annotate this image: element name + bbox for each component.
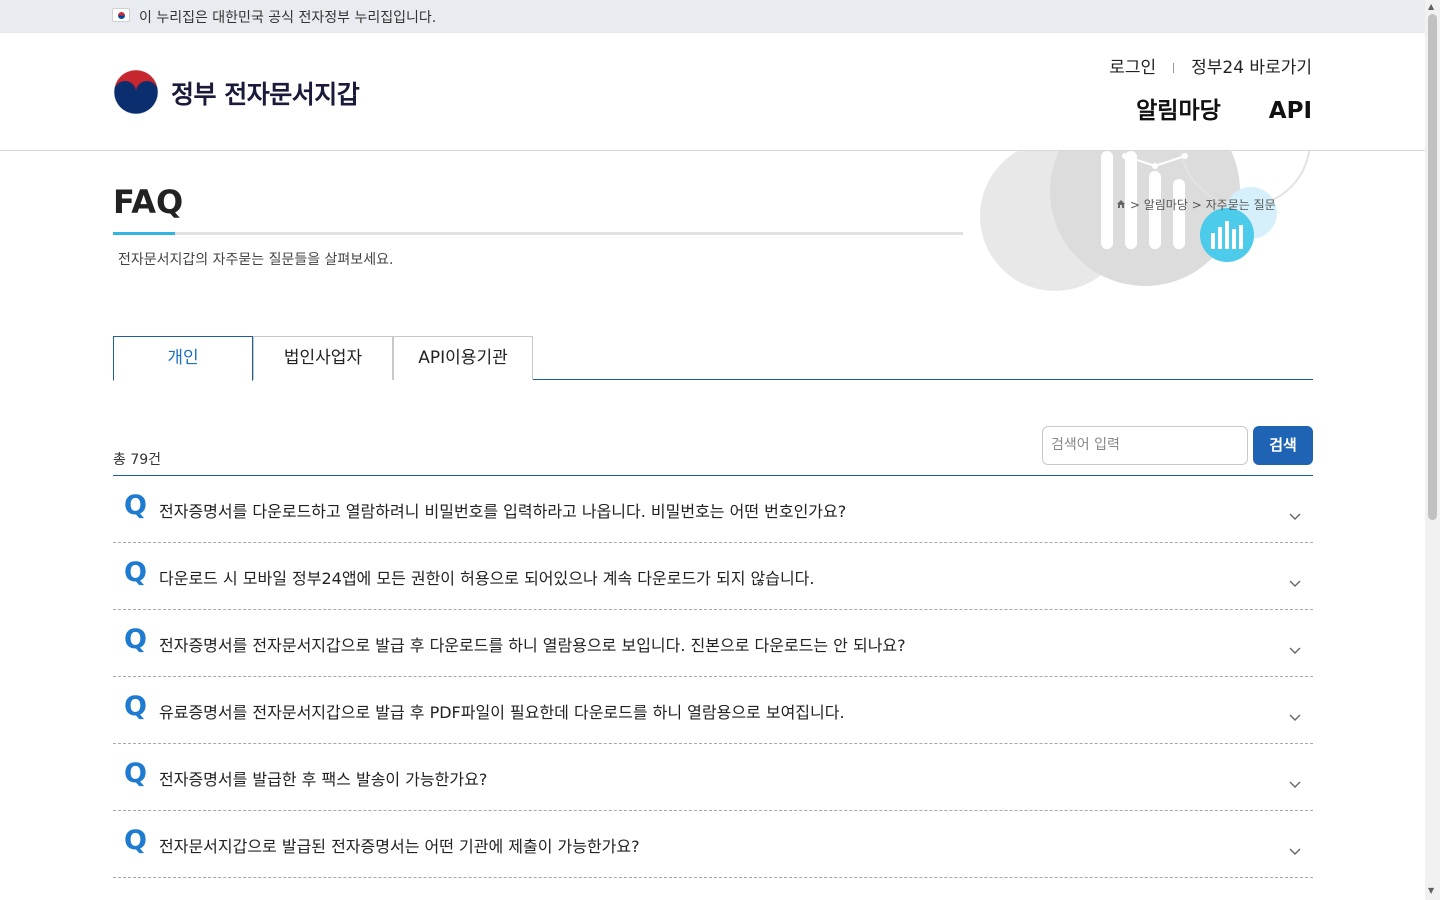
logo-text: 정부 전자문서지갑 <box>171 80 360 109</box>
breadcrumb-item-faq: 자주묻는 질문 <box>1205 198 1276 212</box>
nav-item-notice[interactable]: 알림마당 <box>1136 91 1221 125</box>
total-count: 총 79건 <box>113 452 162 468</box>
list-item[interactable]: Q 전자증명서를 전자문서지갑으로 발급 후 다운로드를 하니 열람용으로 보입… <box>113 610 1313 677</box>
chart-illustration <box>980 151 1311 291</box>
search-button[interactable]: 검색 <box>1253 426 1313 465</box>
question-text: 다운로드 시 모바일 정부24앱에 모든 권한이 허용으로 되어있으나 계속 다… <box>159 569 815 588</box>
faq-list: Q 전자증명서를 다운로드하고 열람하려니 비밀번호를 입력하라고 나옵니다. … <box>113 475 1313 878</box>
scroll-up-icon[interactable]: ▲ <box>1428 2 1434 11</box>
q-mark: Q <box>124 691 147 722</box>
category-tabs: 개인 법인사업자 API이용기관 <box>113 336 1313 381</box>
scroll-down-icon[interactable]: ▼ <box>1428 886 1434 895</box>
divider <box>1173 63 1175 73</box>
gov-banner: 이 누리집은 대한민국 공식 전자정부 누리집입니다. <box>0 0 1425 33</box>
breadcrumb-separator: > <box>1129 198 1140 212</box>
page-description: 전자문서지갑의 자주묻는 질문들을 살펴보세요. <box>118 252 394 268</box>
list-item[interactable]: Q 전자증명서를 발급한 후 팩스 발송이 가능한가요? <box>113 744 1313 811</box>
question-text: 전자증명서를 발급한 후 팩스 발송이 가능한가요? <box>159 770 488 789</box>
q-mark: Q <box>124 825 147 856</box>
list-item[interactable]: Q 다운로드 시 모바일 정부24앱에 모든 권한이 허용으로 되어있으나 계속… <box>113 543 1313 610</box>
q-mark: Q <box>124 758 147 789</box>
question-text: 전자증명서를 전자문서지갑으로 발급 후 다운로드를 하니 열람용으로 보입니다… <box>159 636 906 655</box>
chevron-down-icon[interactable] <box>1289 711 1301 723</box>
nav-item-api[interactable]: API <box>1269 98 1312 124</box>
site-header: 정부 전자문서지갑 로그인 정부24 바로가기 알림마당 API <box>0 33 1425 151</box>
site-logo[interactable]: 정부 전자문서지갑 <box>113 67 363 117</box>
main-nav: 알림마당 API <box>1088 91 1312 125</box>
tab-corporate[interactable]: 법인사업자 <box>253 336 393 380</box>
list-item[interactable]: Q 전자문서지갑으로 발급된 전자증명서는 어떤 기관에 제출이 가능한가요? <box>113 811 1313 878</box>
chevron-down-icon[interactable] <box>1289 845 1301 857</box>
search-input[interactable]: 검색어 입력 <box>1042 426 1248 465</box>
breadcrumb-separator: > <box>1191 198 1202 212</box>
q-mark: Q <box>124 624 147 655</box>
login-link[interactable]: 로그인 <box>1109 53 1156 78</box>
scrollbar-thumb[interactable] <box>1428 14 1437 520</box>
chevron-down-icon[interactable] <box>1289 778 1301 790</box>
question-text: 유료증명서를 전자문서지갑으로 발급 후 PDF파일이 필요한데 다운로드를 하… <box>159 703 845 722</box>
tab-api-institution[interactable]: API이용기관 <box>393 336 533 380</box>
home-icon[interactable] <box>1116 199 1126 209</box>
flag-icon <box>112 8 130 22</box>
chevron-down-icon[interactable] <box>1289 644 1301 656</box>
emblem-icon <box>113 69 159 115</box>
gov-banner-text: 이 누리집은 대한민국 공식 전자정부 누리집입니다. <box>139 10 437 26</box>
gov24-link[interactable]: 정부24 바로가기 <box>1191 53 1312 78</box>
question-text: 전자문서지갑으로 발급된 전자증명서는 어떤 기관에 제출이 가능한가요? <box>159 837 640 856</box>
list-item[interactable]: Q 전자증명서를 다운로드하고 열람하려니 비밀번호를 입력하라고 나옵니다. … <box>113 476 1313 543</box>
question-text: 전자증명서를 다운로드하고 열람하려니 비밀번호를 입력하라고 나옵니다. 비밀… <box>159 502 847 521</box>
list-item[interactable]: Q 유료증명서를 전자문서지갑으로 발급 후 PDF파일이 필요한데 다운로드를… <box>113 677 1313 744</box>
utility-nav: 로그인 정부24 바로가기 <box>1109 53 1312 78</box>
chevron-down-icon[interactable] <box>1289 577 1301 589</box>
breadcrumb: > 알림마당 > 자주묻는 질문 <box>1116 196 1276 213</box>
page-title: FAQ <box>113 183 184 221</box>
breadcrumb-item-notice[interactable]: 알림마당 <box>1144 198 1188 212</box>
q-mark: Q <box>124 557 147 588</box>
tab-individual[interactable]: 개인 <box>113 336 253 381</box>
chevron-down-icon[interactable] <box>1289 510 1301 522</box>
title-underline <box>113 232 963 235</box>
q-mark: Q <box>124 490 147 521</box>
